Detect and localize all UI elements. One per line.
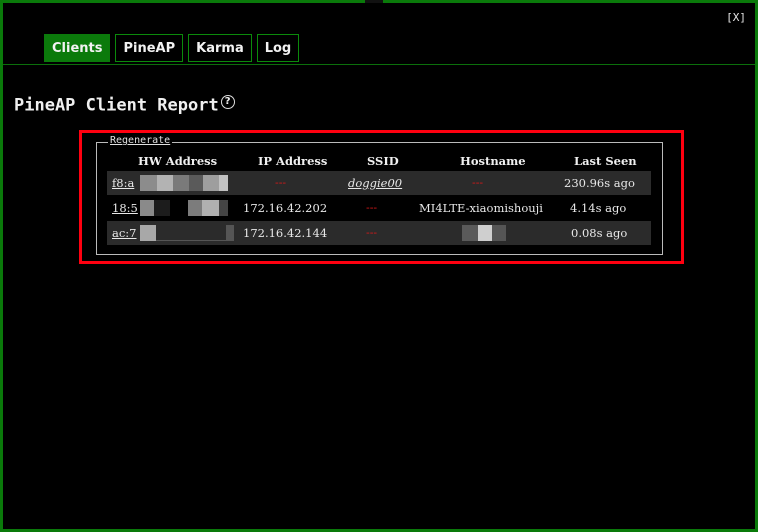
- help-icon[interactable]: ?: [220, 95, 235, 109]
- regenerate-link[interactable]: Regenerate: [108, 135, 173, 146]
- column-header-ssid: SSID: [367, 154, 399, 168]
- column-header-hostname: Hostname: [460, 154, 526, 168]
- ip-address-empty[interactable]: ---: [275, 171, 286, 195]
- close-button[interactable]: [X]: [726, 11, 746, 24]
- redacted-mac: [140, 175, 228, 191]
- hostname-empty[interactable]: ---: [472, 171, 483, 195]
- last-seen: 230.96s ago: [564, 176, 635, 190]
- column-header-hw-address: HW Address: [138, 154, 218, 168]
- table-row: 18:5 172.16.42.202 --- MI4LTE-xiaomishou…: [107, 196, 651, 220]
- column-header-last-seen: Last Seen: [574, 154, 637, 168]
- hostname: MI4LTE-xiaomishouji: [419, 201, 543, 215]
- ssid-empty[interactable]: ---: [366, 196, 377, 220]
- last-seen: 0.08s ago: [571, 226, 628, 240]
- hw-address-link[interactable]: f8:a: [112, 171, 134, 195]
- tab-karma[interactable]: Karma: [188, 34, 252, 62]
- table-row: ac:7 172.16.42.144 --- 0.08s ago: [107, 221, 651, 245]
- redacted-mac: [140, 200, 228, 216]
- ssid-link[interactable]: doggie00: [348, 171, 402, 195]
- hw-address-link[interactable]: 18:5: [112, 196, 138, 220]
- tab-pineap[interactable]: PineAP: [115, 34, 184, 62]
- page-title-text: PineAP Client Report: [14, 95, 219, 116]
- pineap-window: [0, 0, 758, 532]
- tab-bar: Clients PineAP Karma Log: [44, 34, 300, 62]
- tab-divider: [3, 64, 755, 65]
- tab-log[interactable]: Log: [256, 34, 300, 62]
- page-title: PineAP Client Report?: [14, 95, 235, 116]
- redacted-mac: [140, 225, 234, 241]
- ssid-empty[interactable]: ---: [366, 221, 377, 245]
- last-seen: 4.14s ago: [570, 201, 627, 215]
- table-row: f8:a --- doggie00 --- 230.96s ago: [107, 171, 651, 195]
- column-header-ip-address: IP Address: [258, 154, 328, 168]
- ip-address: 172.16.42.144: [243, 226, 328, 240]
- window-notch: [365, 0, 383, 3]
- tab-clients[interactable]: Clients: [44, 34, 111, 62]
- redacted-hostname: [462, 225, 506, 241]
- ip-address: 172.16.42.202: [243, 201, 328, 215]
- hw-address-link[interactable]: ac:7: [112, 221, 137, 245]
